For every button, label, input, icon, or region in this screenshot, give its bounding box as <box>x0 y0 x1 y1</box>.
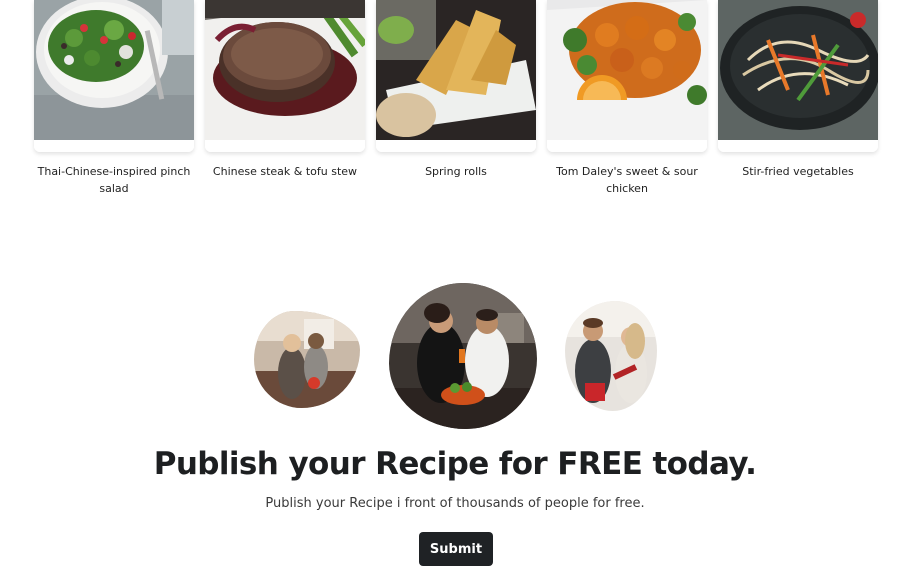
salad-photo <box>34 0 194 140</box>
recipe-title[interactable]: Tom Daley's sweet & sour chicken <box>547 163 707 197</box>
recipe-title[interactable]: Spring rolls <box>376 163 536 180</box>
recipe-thumbnail[interactable] <box>547 0 707 152</box>
submit-button[interactable]: Submit <box>419 532 493 566</box>
publish-subtitle: Publish your Recipe i front of thousands… <box>265 496 645 511</box>
recipe-card-pinch-salad[interactable]: Thai-Chinese-inspired pinch salad <box>34 0 194 197</box>
recipe-thumbnail[interactable] <box>718 0 878 152</box>
thumbnail-footer <box>376 140 536 152</box>
sweet-sour-chicken-photo <box>547 0 707 140</box>
publish-heading: Publish your Recipe for FREE today. <box>153 446 757 482</box>
couple-reading-recipe-photo <box>565 301 657 411</box>
thumbnail-footer <box>34 140 194 152</box>
recipe-card-stir-fried-vegetables[interactable]: Stir-fried vegetables <box>718 0 878 180</box>
recipe-card-steak-tofu-stew[interactable]: Chinese steak & tofu stew <box>205 0 365 180</box>
recipe-title[interactable]: Stir-fried vegetables <box>718 163 878 180</box>
couple-cooking-photo <box>254 311 360 408</box>
stir-fried-vegetables-photo <box>718 0 878 140</box>
thumbnail-footer <box>205 140 365 152</box>
friends-in-kitchen-photo <box>389 283 537 429</box>
recipe-thumbnail[interactable] <box>34 0 194 152</box>
steak-photo <box>205 0 365 140</box>
recipe-title[interactable]: Thai-Chinese-inspired pinch salad <box>34 163 194 197</box>
thumbnail-footer <box>718 140 878 152</box>
spring-rolls-photo <box>376 0 536 140</box>
recipe-thumbnail[interactable] <box>205 0 365 152</box>
recipe-card-sweet-sour-chicken[interactable]: Tom Daley's sweet & sour chicken <box>547 0 707 197</box>
recipe-title[interactable]: Chinese steak & tofu stew <box>205 163 365 180</box>
thumbnail-footer <box>547 140 707 152</box>
recipe-card-spring-rolls[interactable]: Spring rolls <box>376 0 536 180</box>
recipe-list: Thai-Chinese-inspired pinch salad Chines… <box>0 0 910 200</box>
page: Thai-Chinese-inspired pinch salad Chines… <box>0 0 910 570</box>
recipe-thumbnail[interactable] <box>376 0 536 152</box>
